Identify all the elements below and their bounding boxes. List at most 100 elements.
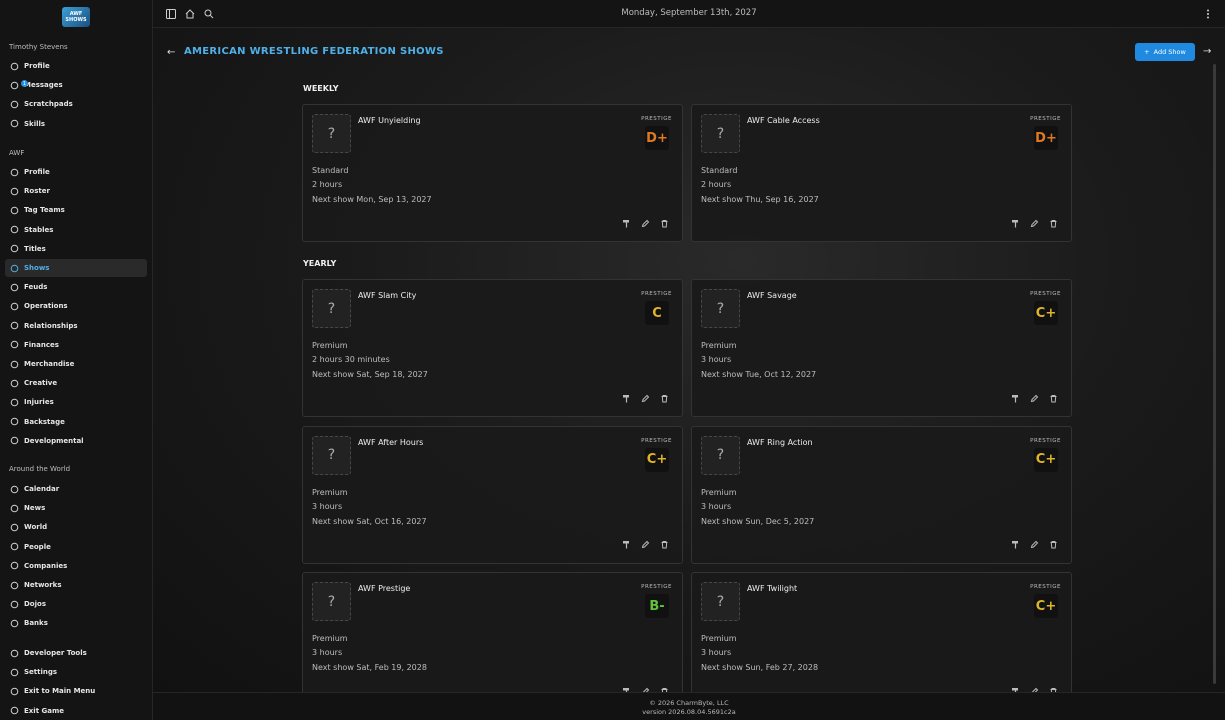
sidebar-item-developmental[interactable]: Developmental xyxy=(5,432,147,450)
show-logo-placeholder[interactable]: ? xyxy=(312,435,351,475)
show-card[interactable]: ? AWF Prestige PRESTIGE B- Premium 3 hours Nex… xyxy=(302,572,683,692)
sidebar-item-operations[interactable]: Operations xyxy=(5,297,147,315)
next-show-date: Next show Sun, Feb 27, 2028 xyxy=(701,663,819,672)
prestige-grade: C xyxy=(645,301,669,325)
sidebar-item-messages[interactable]: 1 Messages xyxy=(5,76,147,94)
prestige-label: PRESTIGE xyxy=(1030,437,1061,444)
show-logo-placeholder[interactable]: ? xyxy=(312,114,351,153)
show-card[interactable]: ? AWF Unyielding PRESTIGE D+ Standard 2 hours… xyxy=(302,104,683,242)
trash-icon[interactable] xyxy=(1048,393,1058,403)
group-title: YEARLY xyxy=(303,259,337,268)
sidebar-item-backstage[interactable]: Backstage xyxy=(5,413,147,431)
trash-icon[interactable] xyxy=(659,540,669,550)
prestige-grade: C+ xyxy=(1034,301,1058,325)
sidebar-item-world[interactable]: World xyxy=(5,518,147,536)
show-card[interactable]: ? AWF After Hours PRESTIGE C+ Premium 3 hours… xyxy=(302,425,683,564)
trash-icon[interactable] xyxy=(1048,218,1058,228)
sidebar-item-feuds[interactable]: Feuds xyxy=(5,278,147,296)
show-card[interactable]: ? AWF Slam City PRESTIGE C Premium 2 hours 30… xyxy=(302,279,683,417)
sidebar-item-label: Merchandise xyxy=(24,360,75,368)
trash-icon[interactable] xyxy=(659,393,669,403)
gavel-icon[interactable] xyxy=(1010,540,1020,550)
show-duration: 3 hours xyxy=(701,648,732,657)
sidebar-item-creative[interactable]: Creative xyxy=(5,374,147,392)
more-menu-icon[interactable] xyxy=(1202,8,1214,20)
chat-icon: 1 xyxy=(9,80,28,90)
awf-shows-logo[interactable]: AWF SHOWS xyxy=(62,7,90,27)
sidebar-item-profile[interactable]: Profile xyxy=(5,57,147,75)
sidebar: AWF SHOWS Timothy Stevens Profile 1 Messag… xyxy=(0,0,153,720)
belt-icon xyxy=(9,244,19,254)
sidebar-item-label: Developmental xyxy=(24,436,84,445)
forward-arrow-icon[interactable]: → xyxy=(1203,46,1211,57)
show-name: AWF Slam City xyxy=(358,291,417,300)
sidebar-item-label: Shows xyxy=(24,264,50,272)
prestige-label: PRESTIGE xyxy=(1030,584,1061,590)
show-logo-placeholder[interactable]: ? xyxy=(701,582,740,621)
prestige-label: PRESTIGE xyxy=(641,291,672,297)
world-section-title: Around the World xyxy=(9,465,71,473)
sidebar-item-shows[interactable]: Shows xyxy=(5,259,147,277)
edit-icon[interactable] xyxy=(1029,393,1039,403)
show-logo-placeholder[interactable]: ? xyxy=(312,289,351,328)
gavel-icon[interactable] xyxy=(621,540,631,550)
sidebar-item-roster[interactable]: Roster xyxy=(5,182,147,200)
gavel-icon[interactable] xyxy=(621,393,631,403)
sidebar-item-titles[interactable]: Titles xyxy=(5,240,147,258)
show-card[interactable]: ? AWF Twilight PRESTIGE C+ Premium 3 hours Nex… xyxy=(691,572,1072,692)
sidebar-item-networks[interactable]: Networks xyxy=(5,576,147,594)
show-card[interactable]: ? AWF Ring Action PRESTIGE C+ Premium 3 hours… xyxy=(691,425,1072,564)
sidebar-item-calendar[interactable]: Calendar xyxy=(5,480,147,498)
show-logo-placeholder[interactable]: ? xyxy=(701,289,740,328)
edit-icon[interactable] xyxy=(1029,540,1039,550)
sidebar-item-injuries[interactable]: Injuries xyxy=(5,393,147,411)
scrollbar[interactable] xyxy=(1213,64,1216,684)
sidebar-item-developer-tools[interactable]: Developer Tools xyxy=(5,644,147,662)
sidebar-item-stables[interactable]: Stables xyxy=(5,221,147,239)
show-type: Standard xyxy=(701,166,738,175)
sidebar-item-profile[interactable]: Profile xyxy=(5,163,147,181)
page-title: AMERICAN WRESTLING FEDERATION SHOWS xyxy=(184,46,444,57)
trash-icon[interactable] xyxy=(1048,540,1058,550)
edit-icon[interactable] xyxy=(640,540,650,550)
sidebar-item-relationships[interactable]: Relationships xyxy=(5,317,147,335)
sidebar-item-exit-to-main-menu[interactable]: Exit to Main Menu xyxy=(5,682,147,700)
topbar: Monday, September 13th, 2027 xyxy=(153,0,1225,28)
edit-icon[interactable] xyxy=(640,393,650,403)
back-arrow-icon[interactable]: ← xyxy=(167,47,175,58)
shirt-icon xyxy=(9,359,19,369)
show-type: Premium xyxy=(701,487,737,497)
sidebar-item-label: News xyxy=(24,504,46,513)
sidebar-item-settings[interactable]: Settings xyxy=(5,663,147,681)
sidebar-item-people[interactable]: People xyxy=(5,538,147,556)
sidebar-item-news[interactable]: News xyxy=(5,499,147,517)
bandage-icon xyxy=(9,397,19,407)
sidebar-item-finances[interactable]: Finances xyxy=(5,336,147,354)
edit-icon[interactable] xyxy=(1029,218,1039,228)
show-logo-placeholder[interactable]: ? xyxy=(312,582,351,621)
edit-icon[interactable] xyxy=(640,218,650,228)
show-logo-placeholder[interactable]: ? xyxy=(701,435,740,475)
sidebar-item-label: Exit to Main Menu xyxy=(24,687,96,696)
show-logo-placeholder[interactable]: ? xyxy=(701,114,740,153)
sidebar-item-companies[interactable]: Companies xyxy=(5,557,147,575)
show-type: Premium xyxy=(312,341,348,350)
add-show-button[interactable]: + Add Show xyxy=(1135,43,1195,61)
sidebar-item-dojos[interactable]: Dojos xyxy=(5,595,147,613)
sidebar-item-label: Titles xyxy=(24,244,46,253)
gavel-icon[interactable] xyxy=(1010,393,1020,403)
sidebar-item-merchandise[interactable]: Merchandise xyxy=(5,355,147,373)
gear-icon xyxy=(9,301,19,311)
sidebar-item-scratchpads[interactable]: Scratchpads xyxy=(5,95,147,113)
sidebar-item-tag-teams[interactable]: Tag Teams xyxy=(5,201,147,219)
gavel-icon[interactable] xyxy=(1010,218,1020,228)
sidebar-item-label: Backstage xyxy=(24,417,65,426)
show-name: AWF After Hours xyxy=(358,437,424,447)
show-card[interactable]: ? AWF Savage PRESTIGE C+ Premium 3 hours Next … xyxy=(691,279,1072,417)
sidebar-item-exit-game[interactable]: Exit Game xyxy=(5,702,147,720)
gavel-icon[interactable] xyxy=(621,218,631,228)
trash-icon[interactable] xyxy=(659,218,669,228)
sidebar-item-banks[interactable]: Banks xyxy=(5,614,147,632)
sidebar-item-skills[interactable]: Skills xyxy=(5,115,147,133)
show-card[interactable]: ? AWF Cable Access PRESTIGE D+ Standard 2 hou… xyxy=(691,104,1072,242)
